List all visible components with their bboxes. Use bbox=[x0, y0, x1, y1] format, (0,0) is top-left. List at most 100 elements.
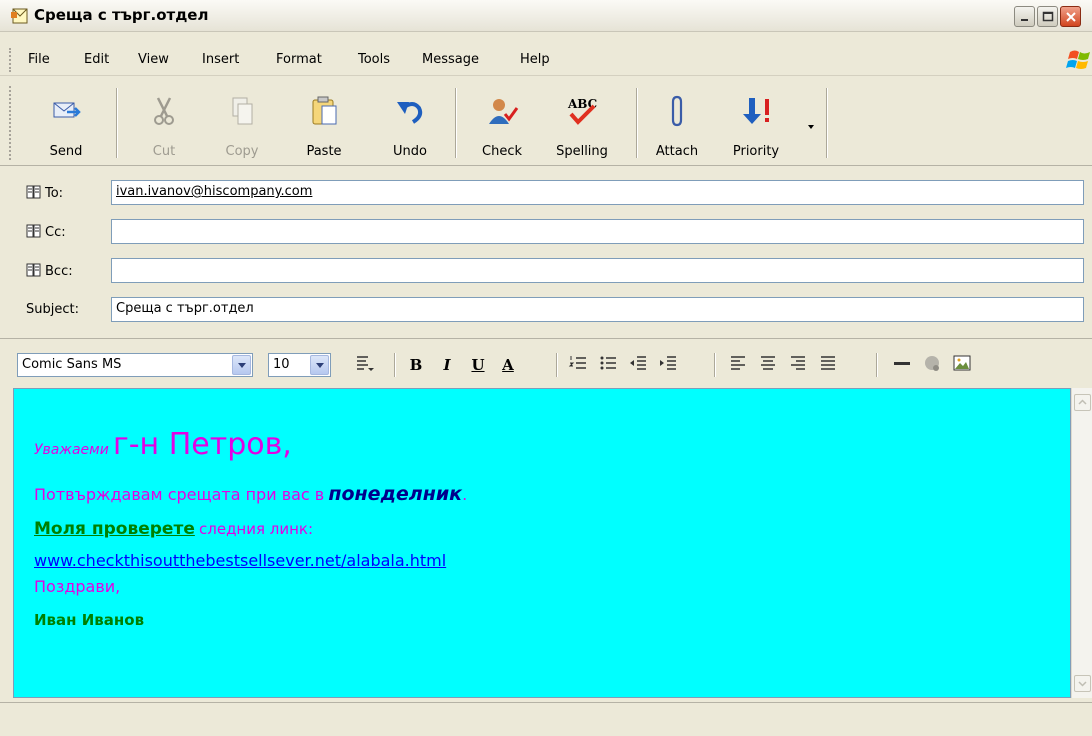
cc-field[interactable] bbox=[111, 219, 1084, 244]
subject-field[interactable]: Среща с търг.отдел bbox=[111, 297, 1084, 322]
bcc-label[interactable]: Bcc: bbox=[26, 263, 73, 281]
menu-help[interactable]: Help bbox=[520, 52, 550, 67]
menu-view[interactable]: View bbox=[138, 52, 169, 67]
confirm-period: . bbox=[462, 485, 468, 504]
to-recipient[interactable]: ivan.ivanov@hiscompany.com bbox=[116, 184, 312, 199]
paragraph-style-button[interactable] bbox=[352, 353, 376, 377]
underline-button[interactable]: U bbox=[466, 353, 490, 377]
spelling-button[interactable]: ABC Spelling bbox=[546, 88, 618, 160]
title-bar: Среща с търг.отдел bbox=[0, 0, 1092, 32]
toolbar: Send Cut Copy Paste Undo Check ABC Spell… bbox=[0, 80, 1092, 166]
bcc-field[interactable] bbox=[111, 258, 1084, 283]
menu-edit[interactable]: Edit bbox=[84, 52, 109, 67]
bold-button[interactable]: B bbox=[404, 353, 428, 377]
toolbar-separator bbox=[116, 88, 118, 158]
menu-message[interactable]: Message bbox=[422, 52, 479, 67]
greeting-line: Уважаеми г-н Петров, bbox=[34, 427, 292, 462]
signature-line: Иван Иванов bbox=[34, 611, 144, 629]
horizontal-line-icon bbox=[894, 362, 910, 365]
toolbar-separator bbox=[826, 88, 828, 158]
message-window-icon bbox=[10, 7, 30, 25]
insert-picture-icon bbox=[953, 355, 971, 371]
paste-button[interactable]: Paste bbox=[288, 88, 360, 160]
decrease-indent-button[interactable] bbox=[626, 353, 650, 377]
insert-picture-button[interactable] bbox=[950, 353, 974, 377]
cc-row: Cc: bbox=[0, 217, 1092, 247]
paste-icon bbox=[312, 96, 337, 125]
justify-button[interactable] bbox=[816, 353, 840, 377]
copy-icon bbox=[232, 97, 253, 125]
message-link[interactable]: www.checkthisoutthebestsellsever.net/ala… bbox=[34, 551, 446, 570]
scroll-up-button[interactable] bbox=[1074, 394, 1091, 411]
hyperlink-globe-icon bbox=[925, 356, 939, 371]
to-row: To: ivan.ivanov@hiscompany.com bbox=[0, 178, 1092, 208]
menu-grip[interactable] bbox=[9, 48, 12, 72]
format-separator bbox=[556, 353, 558, 377]
bullet-list-button[interactable] bbox=[596, 353, 620, 377]
font-dropdown-arrow-icon[interactable] bbox=[232, 355, 251, 375]
window-title: Среща с търг.отдел bbox=[34, 6, 209, 24]
font-select[interactable]: Comic Sans MS bbox=[17, 353, 253, 377]
to-field[interactable]: ivan.ivanov@hiscompany.com bbox=[111, 180, 1084, 205]
align-right-button[interactable] bbox=[786, 353, 810, 377]
size-select[interactable]: 10 bbox=[268, 353, 331, 377]
chevron-down-icon bbox=[1078, 681, 1087, 687]
send-button[interactable]: Send bbox=[30, 88, 102, 160]
attach-button[interactable]: Attach bbox=[641, 88, 713, 160]
greeting-name: г-н Петров, bbox=[112, 427, 292, 462]
scroll-down-button[interactable] bbox=[1074, 675, 1091, 692]
numbered-list-button[interactable] bbox=[566, 353, 590, 377]
signature-text: Иван Иванов bbox=[34, 611, 145, 629]
align-center-button[interactable] bbox=[756, 353, 780, 377]
toolbar-separator bbox=[636, 88, 638, 158]
menu-file[interactable]: File bbox=[28, 52, 50, 67]
message-body[interactable]: Уважаеми г-н Петров, Потвърждавам срещат… bbox=[13, 388, 1071, 698]
address-book-icon bbox=[26, 224, 42, 242]
menu-format[interactable]: Format bbox=[276, 52, 322, 67]
check-names-button[interactable]: Check bbox=[466, 88, 538, 160]
font-color-button[interactable]: A bbox=[496, 353, 520, 377]
scissors-icon bbox=[154, 97, 174, 125]
toolbar-grip[interactable] bbox=[9, 86, 12, 160]
priority-dropdown-arrow-icon[interactable] bbox=[808, 125, 814, 129]
minimize-button[interactable] bbox=[1014, 6, 1035, 27]
italic-button[interactable]: I bbox=[435, 353, 459, 377]
link-line: www.checkthisoutthebestsellsever.net/ala… bbox=[34, 551, 446, 570]
undo-label: Undo bbox=[393, 144, 427, 159]
size-dropdown-arrow-icon[interactable] bbox=[310, 355, 329, 375]
maximize-button[interactable] bbox=[1037, 6, 1058, 27]
subject-row: Subject: Среща с търг.отдел bbox=[0, 295, 1092, 325]
confirm-day: понеделник bbox=[328, 483, 463, 505]
decrease-indent-icon bbox=[630, 356, 646, 370]
menu-tools[interactable]: Tools bbox=[358, 52, 390, 67]
check-label: Check bbox=[482, 144, 522, 159]
address-book-icon bbox=[26, 263, 42, 281]
confirm-text: Потвърждавам срещата при вас в bbox=[34, 485, 325, 504]
format-separator bbox=[714, 353, 716, 377]
bullet-list-icon bbox=[600, 356, 616, 370]
send-label: Send bbox=[49, 144, 83, 159]
increase-indent-button[interactable] bbox=[656, 353, 680, 377]
size-select-value: 10 bbox=[273, 357, 290, 372]
cut-button[interactable]: Cut bbox=[128, 88, 200, 160]
cc-label[interactable]: Cc: bbox=[26, 224, 66, 242]
bcc-row: Bcc: bbox=[0, 256, 1092, 286]
horizontal-line-button[interactable] bbox=[890, 353, 914, 377]
numbered-list-icon bbox=[568, 356, 586, 369]
spelling-label: Spelling bbox=[556, 144, 608, 159]
priority-button[interactable]: Priority bbox=[720, 88, 792, 160]
undo-button[interactable]: Undo bbox=[374, 88, 446, 160]
format-separator bbox=[876, 353, 878, 377]
vertical-scrollbar[interactable] bbox=[1071, 388, 1092, 698]
copy-button[interactable]: Copy bbox=[206, 88, 278, 160]
chevron-up-icon bbox=[1078, 399, 1087, 405]
hyperlink-button[interactable] bbox=[920, 353, 944, 377]
subject-label: Subject: bbox=[26, 302, 79, 317]
menu-insert[interactable]: Insert bbox=[202, 52, 239, 67]
close-button[interactable] bbox=[1060, 6, 1081, 27]
format-bar: Comic Sans MS 10 B I U A bbox=[0, 338, 1092, 388]
cut-label: Cut bbox=[152, 144, 176, 159]
check-names-icon bbox=[489, 99, 519, 124]
to-label[interactable]: To: bbox=[26, 185, 63, 203]
align-left-button[interactable] bbox=[726, 353, 750, 377]
